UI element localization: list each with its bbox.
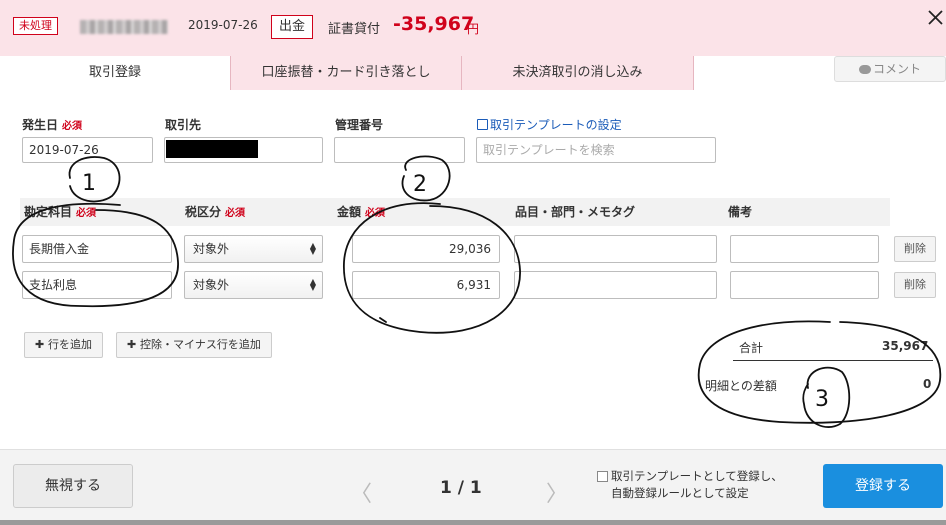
close-icon[interactable] <box>926 8 946 28</box>
total-divider <box>733 360 933 361</box>
partner-label: 取引先 <box>165 118 202 132</box>
column-header-amount: 金額 必須 <box>333 198 511 226</box>
comment-label: コメント <box>872 62 921 76</box>
account-input[interactable]: 長期借入金 <box>22 235 172 263</box>
amount-input[interactable]: 6,931 <box>352 271 500 299</box>
annotation-number-3: 3 <box>815 387 829 412</box>
tags-input[interactable] <box>514 271 717 299</box>
header-amount: -35,967 <box>393 13 475 35</box>
management-number-input[interactable] <box>334 137 465 163</box>
comment-button[interactable]: コメント <box>834 56 946 82</box>
tab-transaction-entry[interactable]: 取引登録 <box>0 56 231 90</box>
register-button[interactable]: 登録する <box>823 464 943 508</box>
redacted-name <box>80 20 168 34</box>
tags-input[interactable] <box>514 235 717 263</box>
edit-icon <box>477 119 488 130</box>
add-row-button[interactable]: ✚ 行を追加 <box>24 332 104 358</box>
column-header-account: 勘定科目 必須 <box>20 198 181 226</box>
register-template-line1: 取引テンプレートとして登録し、 <box>611 469 783 483</box>
column-header-tags: 品目・部門・メモタグ <box>511 198 724 226</box>
amount-input[interactable]: 29,036 <box>352 235 500 263</box>
management-number-label: 管理番号 <box>335 118 384 132</box>
required-mark: 必須 <box>62 121 83 132</box>
delete-row-button[interactable]: 削除 <box>894 236 936 262</box>
date-label: 発生日 必須 <box>22 116 82 133</box>
column-header-tax: 税区分 必須 <box>181 198 333 226</box>
tax-select[interactable]: 対象外 ▲ ▼ <box>184 235 323 263</box>
ignore-button[interactable]: 無視する <box>13 464 133 508</box>
prev-page-icon[interactable]: 〈 <box>350 476 372 508</box>
plus-icon: ✚ <box>127 338 141 351</box>
header-account: 証書貸付 <box>328 22 381 37</box>
add-deduction-row-button[interactable]: ✚ 控除・マイナス行を追加 <box>116 332 272 358</box>
tax-select-value: 対象外 <box>193 242 230 256</box>
redacted-partner <box>166 140 258 158</box>
plus-icon: ✚ <box>35 338 49 351</box>
add-deduction-row-label: 控除・マイナス行を追加 <box>140 338 261 351</box>
tab-unsettled-clearing[interactable]: 未決済取引の消し込み <box>462 56 694 90</box>
template-search-input[interactable]: 取引テンプレートを検索 <box>476 137 716 163</box>
annotation-number-1: 1 <box>82 171 96 196</box>
comment-icon <box>858 65 871 74</box>
total-label: 合計 <box>739 341 764 355</box>
add-row-label: 行を追加 <box>48 338 93 351</box>
header-tax-text: 税区分 <box>185 205 222 219</box>
template-settings-text: 取引テンプレートの設定 <box>490 118 622 132</box>
difference-label: 明細との差額 <box>705 379 777 393</box>
tax-select[interactable]: 対象外 ▲ ▼ <box>184 271 323 299</box>
transaction-type-badge: 出金 <box>271 15 314 39</box>
header-bar: 未処理 2019-07-26 出金 証書貸付 -35,967 円 <box>0 0 946 56</box>
header-amount-text: 金額 <box>337 205 362 219</box>
next-page-icon[interactable]: 〉 <box>546 476 568 508</box>
page-indicator: 1 / 1 <box>440 478 482 498</box>
date-input[interactable]: 2019-07-26 <box>22 137 153 163</box>
annotation-number-2: 2 <box>413 172 427 197</box>
header-date: 2019-07-26 <box>188 18 258 32</box>
select-arrows-icon: ▲ ▼ <box>309 241 316 256</box>
register-template-line2: 自動登録ルールとして設定 <box>611 486 749 500</box>
account-input[interactable]: 支払利息 <box>22 271 172 299</box>
register-template-label[interactable]: 取引テンプレートとして登録し、 自動登録ルールとして設定 <box>611 468 783 502</box>
tab-account-transfer[interactable]: 口座振替・カード引き落とし <box>231 56 462 90</box>
annotation-stroke <box>379 317 387 323</box>
template-settings-link[interactable]: 取引テンプレートの設定 <box>477 116 622 133</box>
tax-select-value: 対象外 <box>193 278 230 292</box>
required-mark: 必須 <box>225 208 246 219</box>
difference-value: 0 <box>923 377 932 391</box>
delete-row-button[interactable]: 削除 <box>894 272 936 298</box>
select-arrows-icon: ▲ ▼ <box>309 277 316 292</box>
column-header-notes: 備考 <box>724 198 890 226</box>
header-currency: 円 <box>467 22 480 36</box>
total-value: 35,967 <box>882 339 929 353</box>
date-label-text: 発生日 <box>22 118 59 132</box>
bottom-edge <box>0 520 946 525</box>
status-badge: 未処理 <box>13 17 58 35</box>
required-mark: 必須 <box>365 208 386 219</box>
tab-bar: 取引登録 口座振替・カード引き落とし 未決済取引の消し込み <box>0 56 694 90</box>
required-mark: 必須 <box>76 208 97 219</box>
header-account-text: 勘定科目 <box>24 205 73 219</box>
register-template-checkbox[interactable] <box>597 471 608 482</box>
notes-input[interactable] <box>730 271 879 299</box>
notes-input[interactable] <box>730 235 879 263</box>
